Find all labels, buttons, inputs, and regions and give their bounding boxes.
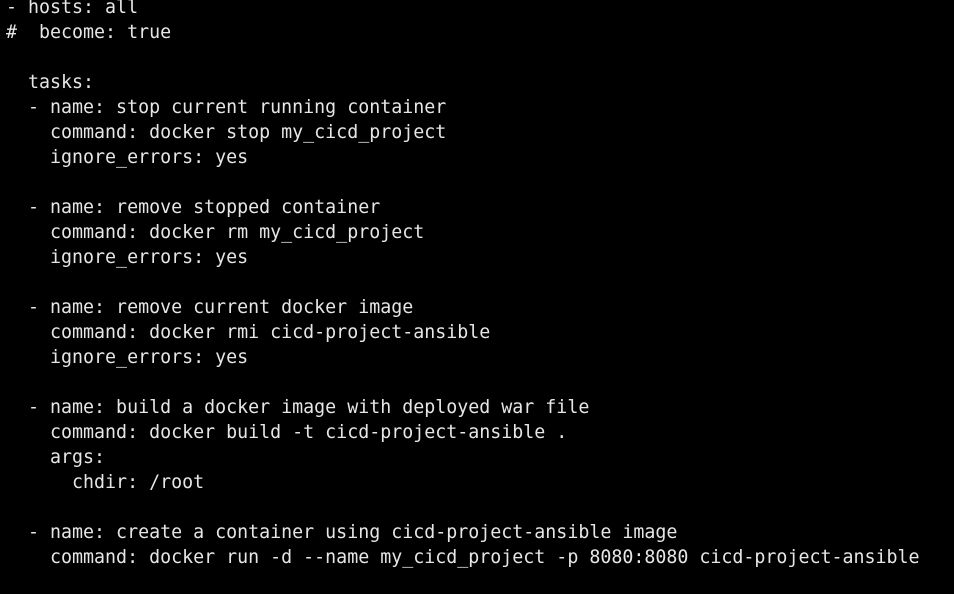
code-line: # become: true	[6, 22, 172, 43]
code-line: command: docker rm my_cicd_project	[6, 222, 425, 243]
code-line: - hosts: all	[6, 0, 139, 18]
code-line: args:	[6, 447, 106, 468]
code-line: chdir: /root	[6, 472, 205, 493]
code-line: - name: remove current docker image	[6, 297, 414, 318]
code-line: ignore_errors: yes	[6, 247, 249, 268]
code-line: command: docker rmi cicd-project-ansible	[6, 322, 491, 343]
code-line: - name: stop current running container	[6, 97, 447, 118]
code-line: - name: create a container using cicd-pr…	[6, 522, 678, 543]
code-line: ignore_errors: yes	[6, 147, 249, 168]
code-line: command: docker stop my_cicd_project	[6, 122, 447, 143]
code-line: - name: remove stopped container	[6, 197, 381, 218]
terminal-output[interactable]: - hosts: all # become: true tasks: - nam…	[6, 0, 952, 594]
code-line: tasks:	[6, 72, 95, 93]
code-line: command: docker run -d --name my_cicd_pr…	[6, 547, 920, 568]
code-line: command: docker build -t cicd-project-an…	[6, 422, 568, 443]
code-line: - name: build a docker image with deploy…	[6, 397, 590, 418]
code-line: ignore_errors: yes	[6, 347, 249, 368]
